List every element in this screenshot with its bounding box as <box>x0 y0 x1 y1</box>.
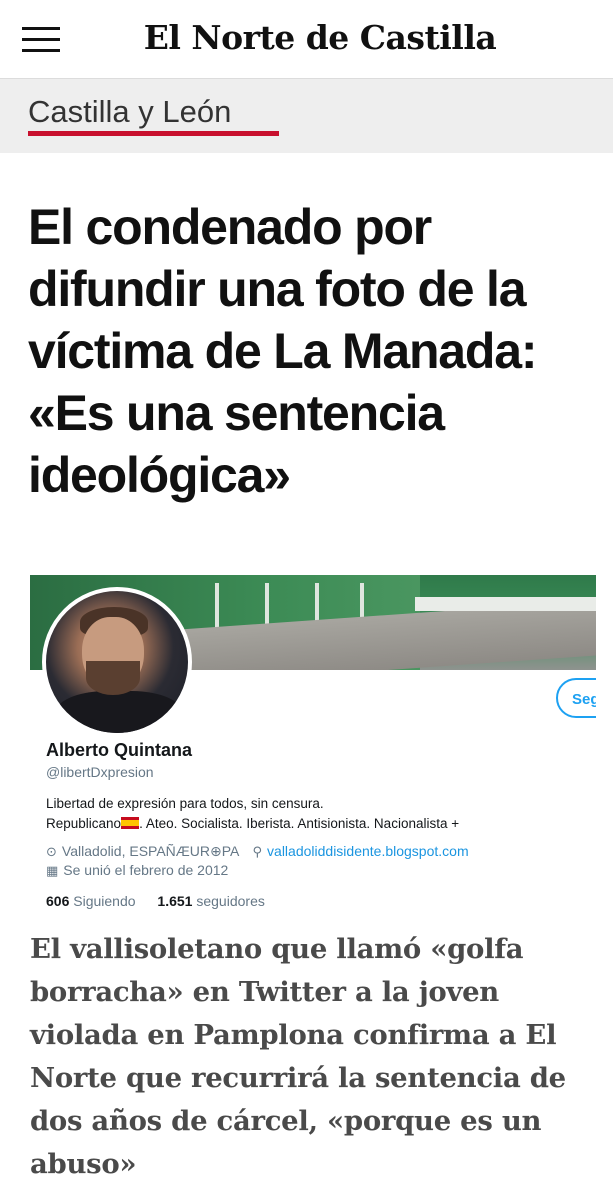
followers-stat[interactable]: 1.651 seguidores <box>157 893 264 909</box>
profile-meta-row: ⊙ Valladolid, ESPAÑÆUR⊕PA ⚲ valladoliddisi… <box>46 843 469 860</box>
calendar-icon: ▦ <box>46 863 59 878</box>
avatar-beard <box>86 661 140 695</box>
link-icon: ⚲ <box>252 844 263 859</box>
followers-label: seguidores <box>196 893 265 909</box>
location-pin-icon: ⊙ <box>46 844 57 859</box>
profile-joined-row: ▦ Se unió el febrero de 2012 <box>46 862 228 879</box>
avatar[interactable] <box>42 587 192 737</box>
hamburger-menu-icon[interactable] <box>22 27 60 53</box>
followers-count: 1.651 <box>157 893 193 909</box>
twitter-profile-screenshot: Seguir Alberto Quintana @libertDxpresion… <box>30 575 596 920</box>
profile-name: Alberto Quintana <box>46 740 193 760</box>
article-subtitle: El vallisoletano que llamó «golfa borrac… <box>30 933 566 1180</box>
profile-joined: Se unió el febrero de 2012 <box>63 862 229 878</box>
following-count: 606 <box>46 893 70 909</box>
following-stat[interactable]: 606 Siguiendo <box>46 893 136 909</box>
profile-bio: Libertad de expresión para todos, sin ce… <box>46 794 586 834</box>
bio-line: Libertad de expresión para todos, sin ce… <box>46 796 324 811</box>
profile-location: Valladolid, ESPAÑÆUR⊕PA <box>61 843 239 859</box>
bio-text: Republicano <box>46 816 122 831</box>
bio-line: Republicano . Ateo. Socialista. Iberista.… <box>46 814 586 834</box>
profile-handle[interactable]: @libertDxpresion <box>46 764 154 780</box>
following-label: Siguiendo <box>73 893 136 909</box>
profile-website-link[interactable]: valladoliddisidente.blogspot.com <box>267 843 469 859</box>
menu-line <box>22 27 60 30</box>
follow-button[interactable]: Seguir <box>556 678 596 718</box>
avatar-shirt <box>54 691 184 733</box>
site-logo[interactable]: El Norte de Castilla <box>120 18 520 57</box>
spain-flag-icon <box>121 817 140 829</box>
section-underline <box>28 131 279 136</box>
bio-text: . Ateo. Socialista. Iberista. Antisionis… <box>139 816 460 831</box>
profile-stats: 606 Siguiendo 1.651 seguidores <box>46 893 265 909</box>
site-header: El Norte de Castilla <box>0 0 613 79</box>
section-link[interactable]: Castilla y León <box>28 94 231 130</box>
menu-line <box>22 49 60 52</box>
banner-rail <box>415 597 596 611</box>
article-headline: El condenado por difundir una foto de la… <box>28 199 537 503</box>
menu-line <box>22 38 60 41</box>
